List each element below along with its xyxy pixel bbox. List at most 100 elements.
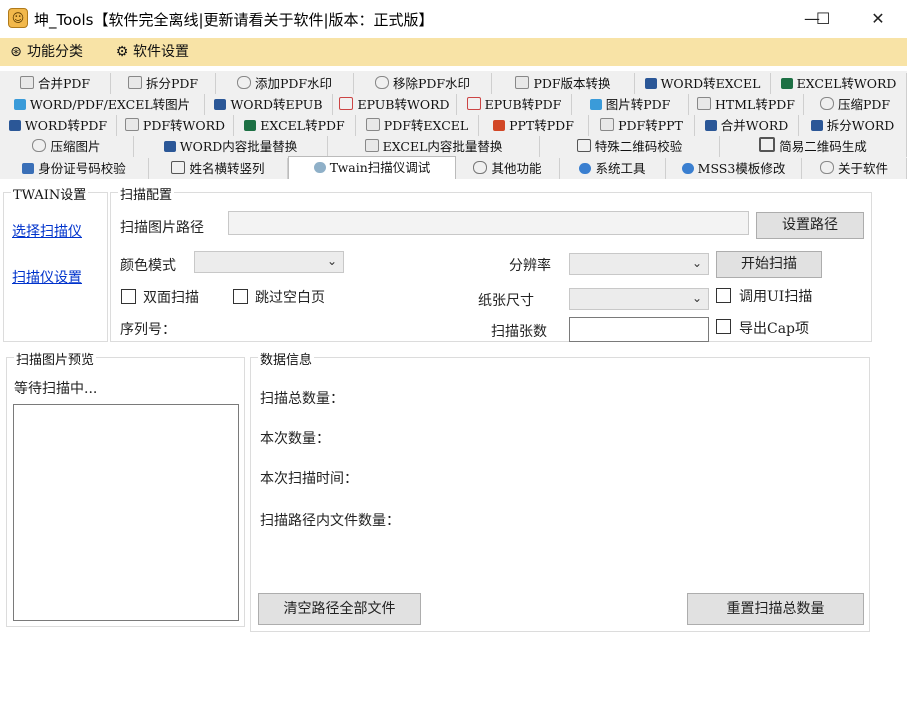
gear-icon <box>579 163 592 174</box>
app-icon: ☺ <box>8 8 28 28</box>
image-icon <box>13 99 26 110</box>
tab-label: 关于软件 <box>837 161 888 176</box>
twain-panel: TWAIN设置 选择扫描仪 扫描仪设置 扫描配置 扫描图片路径 设置路径 颜色模… <box>2 179 907 639</box>
total-count-label: 扫描总数量： <box>260 391 344 407</box>
maximize-button[interactable]: ☐ <box>793 0 839 38</box>
duplex-checkbox[interactable] <box>121 289 136 304</box>
tab-excel-replace[interactable]: EXCEL内容批量替换 <box>328 136 540 157</box>
scan-count-label: 扫描张数 <box>491 324 547 340</box>
resolution-select[interactable]: ⌄ <box>569 253 709 275</box>
tab-about[interactable]: 关于软件 <box>802 158 907 179</box>
use-ui-checkbox[interactable] <box>716 288 731 303</box>
scanner-icon <box>313 162 326 173</box>
watermark-icon <box>236 76 251 89</box>
function-tabs: 合并PDF 拆分PDF 添加PDF水印 移除PDF水印 PDF版本转换 WORD… <box>0 71 907 179</box>
tab-pdf-to-excel[interactable]: PDF转EXCEL <box>356 115 479 136</box>
tab-label: 添加PDF水印 <box>254 76 333 91</box>
tab-pdf-version[interactable]: PDF版本转换 <box>492 73 635 94</box>
tab-other[interactable]: 其他功能 <box>456 158 560 179</box>
files-in-path-label: 扫描路径内文件数量： <box>260 513 400 529</box>
tab-row-5: 身份证号码校验 姓名横转竖列 Twain扫描仪调试 其他功能 系统工具 MSS3… <box>0 156 907 179</box>
tab-mss3-template[interactable]: MSS3模板修改 <box>666 158 802 179</box>
pdf-icon <box>19 76 34 89</box>
twain-settings-title: TWAIN设置 <box>11 184 89 203</box>
tab-label: PPT转PDF <box>509 118 574 133</box>
color-mode-select[interactable]: ⌄ <box>194 251 344 273</box>
set-path-button[interactable]: 设置路径 <box>756 212 864 239</box>
pdf-icon <box>697 97 712 110</box>
tab-qrcode-generate[interactable]: 简易二维码生成 <box>720 136 907 157</box>
tab-label: 特殊二维码校验 <box>594 139 683 154</box>
tab-split-word[interactable]: 拆分WORD <box>799 115 907 136</box>
scan-config-group: 扫描配置 扫描图片路径 设置路径 颜色模式 ⌄ 分辨率 ⌄ 开始扫描 双面扫描 … <box>110 184 872 342</box>
compress-icon <box>32 139 47 152</box>
tab-word-to-pdf[interactable]: WORD转PDF <box>0 115 117 136</box>
tab-compress-image[interactable]: 压缩图片 <box>0 136 134 157</box>
tab-label: EPUB转WORD <box>357 97 450 112</box>
tab-epub-to-pdf[interactable]: EPUB转PDF <box>457 94 572 115</box>
scanner-settings-link[interactable]: 扫描仪设置 <box>12 267 82 287</box>
tab-label: WORD内容批量替换 <box>179 139 298 154</box>
tab-word-to-excel[interactable]: WORD转EXCEL <box>635 73 771 94</box>
export-cap-checkbox[interactable] <box>716 319 731 334</box>
tab-ppt-to-pdf[interactable]: PPT转PDF <box>479 115 589 136</box>
image-icon <box>589 99 602 110</box>
reset-total-button[interactable]: 重置扫描总数量 <box>687 593 864 625</box>
compress-icon <box>819 97 834 110</box>
gear-icon <box>681 163 694 174</box>
tab-row-4: 压缩图片 WORD内容批量替换 EXCEL内容批量替换 特殊二维码校验 简易二维… <box>0 136 907 157</box>
tab-excel-to-pdf[interactable]: EXCEL转PDF <box>234 115 356 136</box>
start-scan-button[interactable]: 开始扫描 <box>716 251 822 278</box>
close-button[interactable]: ✕ <box>855 0 901 38</box>
data-info-group: 数据信息 扫描总数量： 本次数量： 本次扫描时间： 扫描路径内文件数量： 清空路… <box>250 349 870 632</box>
tab-html-to-pdf[interactable]: HTML转PDF <box>689 94 804 115</box>
watermark-icon <box>374 76 389 89</box>
tab-image-to-pdf[interactable]: 图片转PDF <box>572 94 689 115</box>
this-count-label: 本次数量： <box>260 431 330 447</box>
scan-count-input[interactable] <box>569 317 709 342</box>
tab-excel-to-word[interactable]: EXCEL转WORD <box>771 73 907 94</box>
tab-id-verify[interactable]: 身份证号码校验 <box>0 158 149 179</box>
select-scanner-link[interactable]: 选择扫描仪 <box>12 221 82 241</box>
use-ui-label: 调用UI扫描 <box>739 289 813 305</box>
tab-add-watermark[interactable]: 添加PDF水印 <box>216 73 354 94</box>
qrcode-icon <box>576 139 591 152</box>
tab-epub-to-word[interactable]: EPUB转WORD <box>333 94 457 115</box>
tab-split-pdf[interactable]: 拆分PDF <box>111 73 216 94</box>
menu-category-label: 功能分类 <box>27 44 83 60</box>
paper-size-select[interactable]: ⌄ <box>569 288 709 310</box>
tab-label: 合并WORD <box>720 118 789 133</box>
word-icon <box>214 99 227 110</box>
excel-icon <box>780 78 793 89</box>
menu-category[interactable]: ⊛ 功能分类 <box>8 38 83 66</box>
tab-label: 图片转PDF <box>605 97 671 112</box>
scan-path-input[interactable] <box>228 211 749 235</box>
tab-remove-watermark[interactable]: 移除PDF水印 <box>354 73 492 94</box>
menu-bar: ⊛ 功能分类 ⚙ 软件设置 <box>0 38 907 66</box>
tab-name-transpose[interactable]: 姓名横转竖列 <box>149 158 288 179</box>
serial-label: 序列号： <box>120 322 176 338</box>
tab-compress-pdf[interactable]: 压缩PDF <box>804 94 907 115</box>
tab-pdf-to-ppt[interactable]: PDF转PPT <box>589 115 695 136</box>
tab-label: WORD/PDF/EXCEL转图片 <box>29 97 191 112</box>
tab-word-to-epub[interactable]: WORD转EPUB <box>205 94 333 115</box>
tab-qrcode-verify[interactable]: 特殊二维码校验 <box>540 136 720 157</box>
tab-system-tools[interactable]: 系统工具 <box>560 158 666 179</box>
info-icon <box>819 161 834 174</box>
tab-word-replace[interactable]: WORD内容批量替换 <box>134 136 328 157</box>
skip-blank-checkbox[interactable] <box>233 289 248 304</box>
resolution-label: 分辨率 <box>509 258 551 274</box>
chevron-down-icon: ⌄ <box>691 291 702 305</box>
clear-path-button[interactable]: 清空路径全部文件 <box>258 593 421 625</box>
tab-label: 系统工具 <box>595 161 646 176</box>
tab-twain-debug[interactable]: Twain扫描仪调试 <box>288 156 456 179</box>
scan-config-title: 扫描配置 <box>118 184 175 203</box>
tab-merge-pdf[interactable]: 合并PDF <box>0 73 111 94</box>
menu-settings[interactable]: ⚙ 软件设置 <box>114 38 189 66</box>
tab-merge-word[interactable]: 合并WORD <box>695 115 799 136</box>
chevron-down-icon: ⌄ <box>326 254 337 268</box>
tab-to-image[interactable]: WORD/PDF/EXCEL转图片 <box>0 94 205 115</box>
window-title: 坤_Tools【软件完全离线|更新请看关于软件|版本：正式版】 <box>34 11 434 29</box>
title-bar: ☺ 坤_Tools【软件完全离线|更新请看关于软件|版本：正式版】 — ☐ ✕ <box>0 0 907 38</box>
tab-pdf-to-word[interactable]: PDF转WORD <box>117 115 234 136</box>
